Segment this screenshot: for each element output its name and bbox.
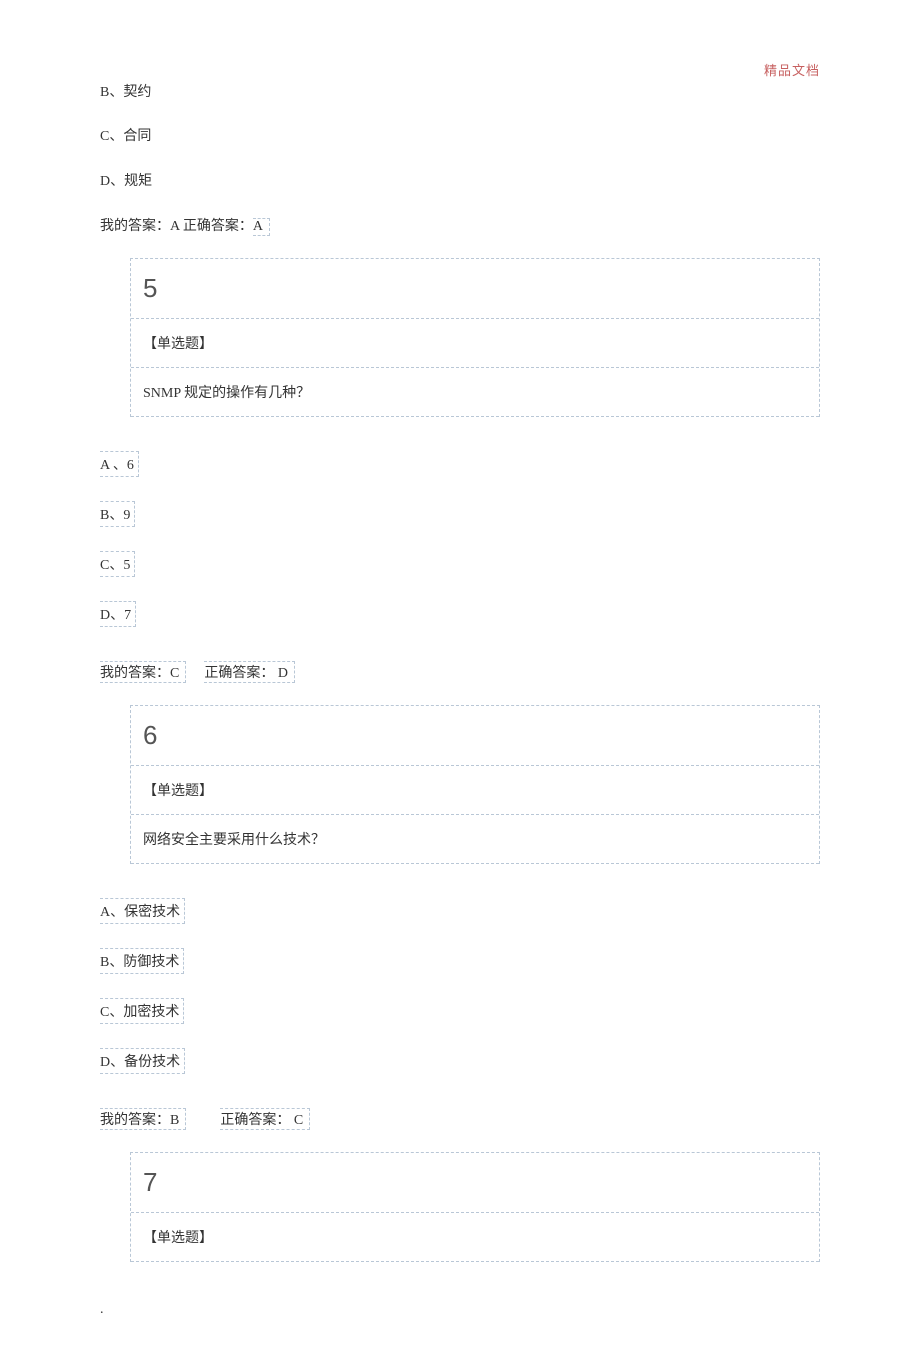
question-type: 【单选题】 <box>143 1231 213 1246</box>
correct-answer-label: 正确答案： <box>183 219 253 234</box>
q5-option-c: C、5 <box>100 551 135 577</box>
my-answer: 我的答案：C <box>100 661 186 683</box>
footer-dot: . <box>100 1302 820 1318</box>
question-number: 6 <box>143 720 157 750</box>
q6-answer: 我的答案：B 正确答案： C <box>100 1108 820 1130</box>
q5-option-a: A 、6 <box>100 451 139 477</box>
question-6-box: 6 【单选题】 网络安全主要采用什么技术？ <box>130 705 820 864</box>
question-number: 7 <box>143 1167 157 1197</box>
q5-option-d: D、7 <box>100 601 136 627</box>
question-text: SNMP 规定的操作有几种？ <box>143 386 310 401</box>
correct-answer: 正确答案： C <box>220 1108 310 1130</box>
q5-option-b: B、9 <box>100 501 135 527</box>
header-watermark: 精品文档 <box>764 60 820 79</box>
question-5-box: 5 【单选题】 SNMP 规定的操作有几种？ <box>130 258 820 417</box>
correct-answer-value: A <box>253 218 270 236</box>
q6-option-d: D、备份技术 <box>100 1048 185 1074</box>
my-answer: 我的答案：B <box>100 1108 186 1130</box>
q4-option-c: C、合同 <box>100 126 820 148</box>
q6-option-b: B、防御技术 <box>100 948 184 974</box>
q6-option-a: A、保密技术 <box>100 898 185 924</box>
my-answer-label: 我的答案： <box>100 219 170 234</box>
q5-answer: 我的答案：C 正确答案： D <box>100 661 820 683</box>
question-type: 【单选题】 <box>143 784 213 799</box>
question-number: 5 <box>143 273 157 303</box>
correct-answer: 正确答案： D <box>204 661 295 683</box>
q4-option-d: D、规矩 <box>100 171 820 193</box>
my-answer-value: A <box>170 219 179 234</box>
q4-option-b: B、契约 <box>100 82 820 104</box>
question-text: 网络安全主要采用什么技术？ <box>143 833 325 848</box>
question-7-box: 7 【单选题】 <box>130 1152 820 1262</box>
question-type: 【单选题】 <box>143 337 213 352</box>
q4-answer: 我的答案：A 正确答案： A <box>100 215 820 236</box>
q6-option-c: C、加密技术 <box>100 998 184 1024</box>
